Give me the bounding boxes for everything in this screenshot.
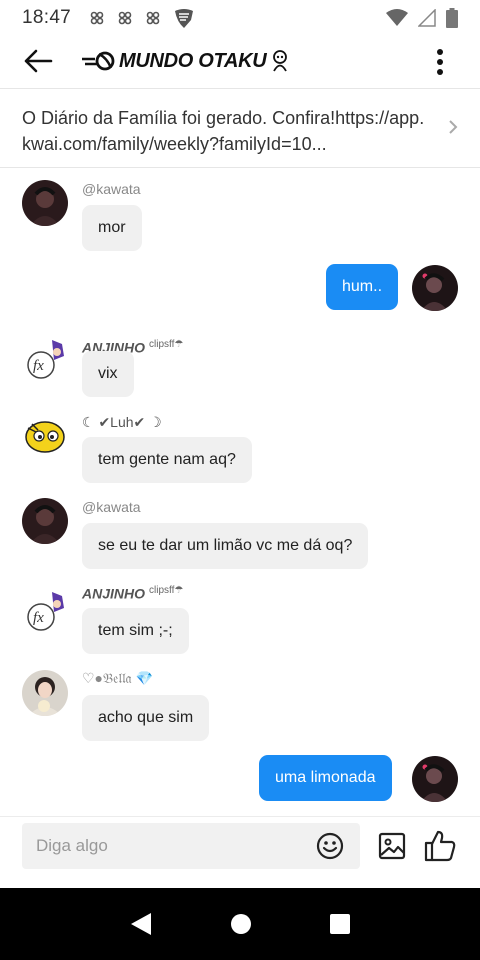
message-bubble[interactable]: mor (82, 205, 142, 251)
sender-name: ♡●𝔅𝔢𝔩𝔩𝔞 💎 (82, 670, 153, 686)
back-button[interactable] (17, 40, 59, 82)
message-bubble[interactable]: tem gente nam aq? (82, 437, 252, 483)
message-bubble[interactable]: acho que sim (82, 695, 210, 741)
app-notification-icon (118, 11, 132, 25)
message-bubble-outgoing[interactable]: hum.. (326, 264, 399, 310)
app-header: MUNDO OTAKU (0, 36, 480, 86)
chevron-right-icon (449, 120, 458, 134)
svg-text:fx: fx (33, 358, 44, 374)
avatar-self[interactable] (412, 265, 458, 311)
emoji-icon[interactable] (316, 832, 344, 860)
app-notification-icon (90, 11, 104, 25)
avatar-self[interactable] (412, 756, 458, 802)
more-vertical-icon (437, 49, 443, 75)
logo-swirl-icon (82, 51, 115, 71)
message-bubble[interactable]: tem sim ;-; (82, 608, 189, 654)
group-title-text: MUNDO OTAKU (119, 49, 267, 72)
shield-icon (175, 9, 194, 28)
signal-icon (418, 9, 436, 27)
avatar-bella[interactable] (22, 670, 68, 716)
app-notification-icon (146, 11, 160, 25)
home-circle-icon[interactable] (230, 913, 252, 935)
banner-text: O Diário da Família foi gerado. Confira!… (22, 108, 425, 154)
sender-name: ANJINHO clipsff☂ (82, 585, 183, 602)
message-input-bar (0, 816, 480, 888)
sender-tag: clipsff☂ (149, 339, 184, 350)
battery-icon (446, 8, 458, 28)
avatar-luh[interactable] (22, 412, 68, 458)
status-time: 18:47 (22, 7, 72, 28)
sender-name-text: ANJINHO (82, 585, 146, 602)
family-diary-banner[interactable]: O Diário da Família foi gerado. Confira!… (0, 88, 480, 168)
avatar-kawata[interactable] (22, 180, 68, 226)
message-bubble[interactable]: se eu te dar um limão vc me dá oq? (82, 523, 369, 569)
logo-mascot-icon (273, 50, 288, 72)
svg-text:fx: fx (33, 610, 44, 626)
arrow-left-icon (24, 49, 53, 73)
system-nav-bar (0, 888, 480, 960)
image-icon[interactable] (378, 831, 408, 861)
message-bubble-outgoing[interactable]: uma limonada (259, 755, 392, 801)
chat-list[interactable]: @kawata mor hum.. fx ANJINHO clipsff☂ vix… (0, 168, 480, 816)
message-input[interactable] (36, 836, 306, 856)
wifi-icon (386, 9, 408, 26)
message-bubble[interactable]: vix (82, 351, 134, 397)
more-options-button[interactable] (422, 44, 458, 80)
thumbs-up-icon[interactable] (423, 829, 457, 863)
avatar-kawata[interactable] (22, 498, 68, 544)
sender-name: @kawata (82, 499, 141, 515)
status-bar: 18:47 (0, 0, 480, 36)
sender-name: @kawata (82, 181, 141, 197)
status-indicators (386, 8, 458, 28)
avatar-anjinho[interactable]: fx (22, 588, 68, 634)
back-triangle-icon[interactable] (129, 911, 153, 937)
status-notifications (89, 8, 195, 28)
sender-tag: clipsff☂ (149, 585, 184, 596)
sender-name: ☾ ✔Luh✔ ☽ (82, 414, 162, 430)
recents-square-icon[interactable] (329, 913, 351, 935)
group-title: MUNDO OTAKU (81, 50, 290, 73)
message-input-field[interactable] (22, 823, 360, 869)
avatar-anjinho[interactable]: fx (22, 336, 68, 382)
